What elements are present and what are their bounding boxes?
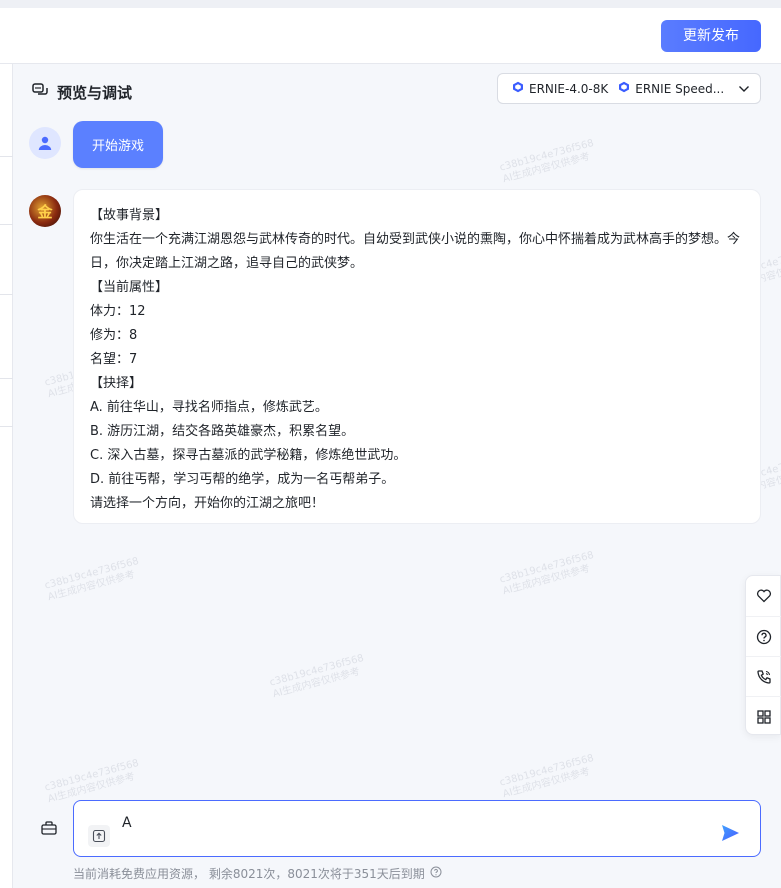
bot-message-line: 你生活在一个充满江湖恩怨与武林传奇的时代。自幼受到武侠小说的熏陶，你心中怀揣着成… xyxy=(90,232,741,271)
left-sidebar-strip xyxy=(0,64,13,888)
floating-toolbar xyxy=(745,575,781,735)
help-button[interactable] xyxy=(746,616,781,656)
sidebar-divider xyxy=(0,294,13,295)
chevron-down-icon xyxy=(738,82,750,96)
usage-note-text: 当前消耗免费应用资源， 剩余8021次，8021次将于351天后到期 xyxy=(73,867,425,881)
watermark: c38b19c4e736f568AI生成内容仅供参考 xyxy=(43,555,141,604)
user-message-text: 开始游戏 xyxy=(91,139,144,154)
sidebar-divider xyxy=(0,426,13,427)
apps-button[interactable] xyxy=(746,696,781,736)
grid-icon xyxy=(757,709,771,724)
toolbox-icon xyxy=(41,821,57,835)
bot-message-bubble: 【故事背景】 你生活在一个充满江湖恩怨与武林传奇的时代。自幼受到武侠小说的熏陶，… xyxy=(73,189,761,524)
user-message-bubble[interactable]: 开始游戏 xyxy=(73,121,163,168)
help-circle-icon xyxy=(756,629,772,644)
watermark: c38b19c4e736f568AI生成内容仅供参考 xyxy=(43,757,141,806)
user-avatar xyxy=(29,127,61,159)
usage-note: 当前消耗免费应用资源， 剩余8021次，8021次将于351天后到期 xyxy=(73,865,442,882)
top-bar: 更新发布 xyxy=(0,0,781,64)
model-name-primary: ERNIE-4.0-8K xyxy=(529,81,609,96)
sidebar-divider xyxy=(0,224,13,225)
bot-message-line: 请选择一个方向，开始你的江湖之旅吧！ xyxy=(90,496,325,511)
sidebar-divider xyxy=(0,378,13,379)
model-chip-primary: ERNIE-4.0-8K xyxy=(512,81,608,96)
send-button[interactable] xyxy=(720,823,740,847)
chat-input-box xyxy=(73,800,761,857)
send-icon xyxy=(722,825,739,841)
model-name-secondary: ERNIE Speed... xyxy=(635,81,725,96)
toolbox-button[interactable] xyxy=(40,820,58,840)
publish-button[interactable]: 更新发布 xyxy=(661,20,761,52)
upload-icon xyxy=(92,829,106,843)
watermark: c38b19c4e736f568AI生成内容仅供参考 xyxy=(498,137,596,186)
bot-message-line: 修为：8 xyxy=(90,328,138,343)
cube-icon xyxy=(512,81,524,96)
phone-button[interactable] xyxy=(746,656,781,696)
sidebar-divider xyxy=(0,156,13,157)
chat-input[interactable] xyxy=(122,813,682,833)
model-chip-secondary: ERNIE Speed... xyxy=(618,81,724,96)
watermark: c38b19c4e736f568AI生成内容仅供参考 xyxy=(268,652,366,701)
heart-icon xyxy=(757,589,771,603)
panel-header: 预览与调试 xyxy=(32,80,132,104)
chat-bubbles-icon xyxy=(32,82,49,102)
bot-message-line: 【当前属性】 xyxy=(90,280,169,295)
bot-message-line: 【故事背景】 xyxy=(90,208,169,223)
bot-message-line: 名望：7 xyxy=(90,352,138,367)
bot-avatar-glyph: 金 xyxy=(37,202,53,221)
upload-button[interactable] xyxy=(88,825,110,847)
panel-title: 预览与调试 xyxy=(57,83,133,102)
bot-message-line: C. 深入古墓，探寻古墓派的武学秘籍，修炼绝世武功。 xyxy=(90,448,407,463)
favorite-button[interactable] xyxy=(746,576,781,616)
bot-message-line: A. 前往华山，寻找名师指点，修炼武艺。 xyxy=(90,400,328,415)
bot-avatar: 金 xyxy=(29,195,61,227)
bot-message-line: B. 游历江湖，结交各路英雄豪杰，积累名望。 xyxy=(90,424,355,439)
model-selector[interactable]: ERNIE-4.0-8K ERNIE Speed... xyxy=(497,73,761,104)
phone-icon xyxy=(757,669,771,684)
info-icon[interactable] xyxy=(430,866,442,881)
bot-message-line: 【抉择】 xyxy=(90,376,143,391)
bot-message-line: 体力：12 xyxy=(90,304,146,319)
cube-icon xyxy=(618,81,630,96)
watermark: c38b19c4e736f568AI生成内容仅供参考 xyxy=(498,549,596,598)
bot-message-line: D. 前往丐帮，学习丐帮的绝学，成为一名丐帮弟子。 xyxy=(90,472,395,487)
user-icon xyxy=(38,136,52,150)
watermark: c38b19c4e736f568AI生成内容仅供参考 xyxy=(498,752,596,801)
